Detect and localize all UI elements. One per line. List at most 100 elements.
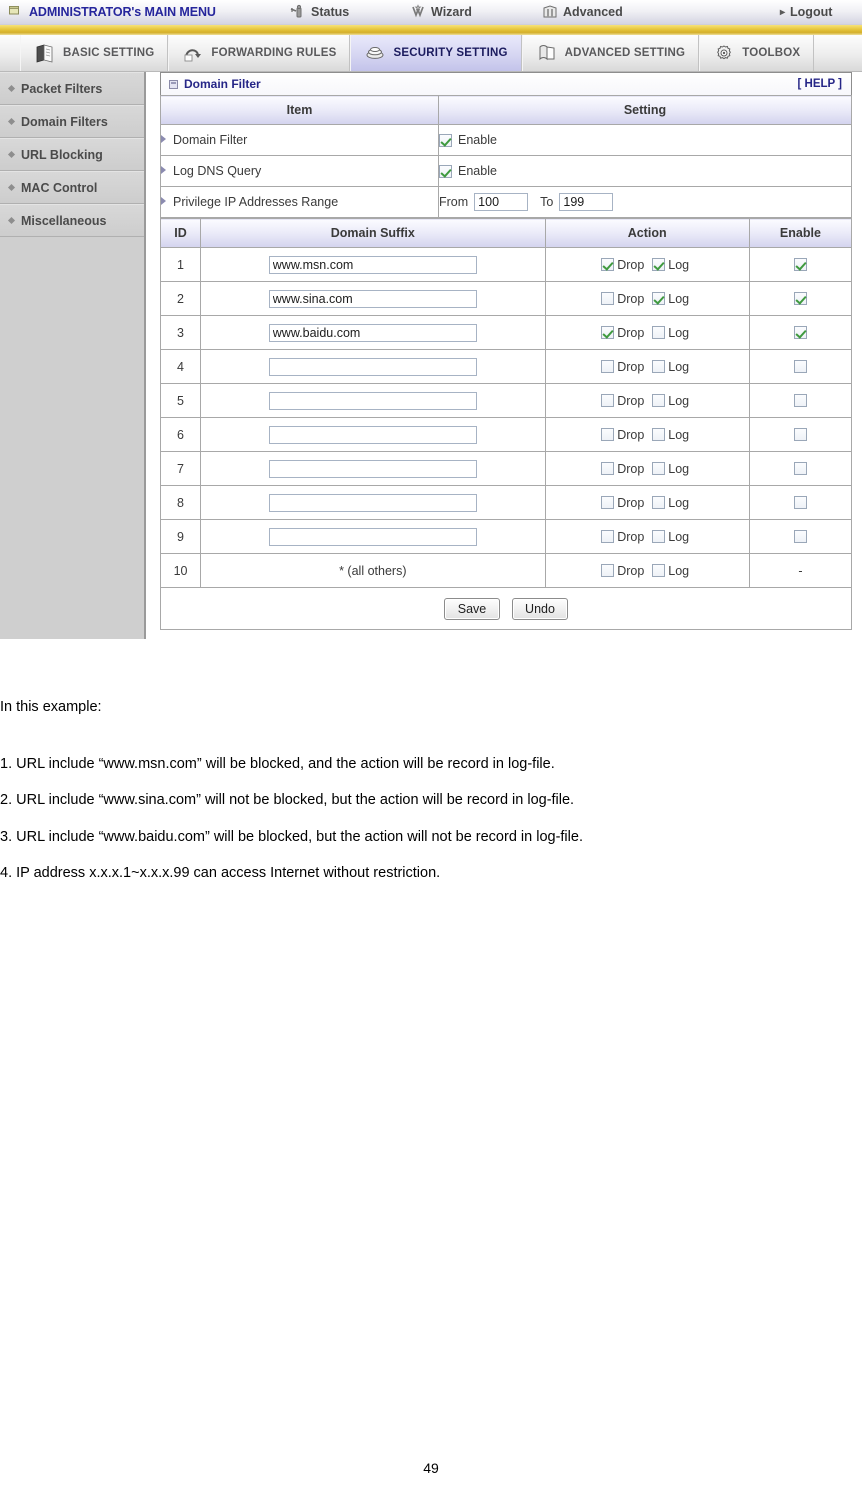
log-checkbox[interactable] bbox=[652, 258, 666, 271]
log-label: Log bbox=[668, 563, 690, 578]
drop-checkbox[interactable] bbox=[601, 564, 615, 577]
tab-advanced-setting-label: ADVANCED SETTING bbox=[564, 47, 686, 59]
drop-checkbox[interactable] bbox=[601, 530, 615, 543]
drop-checkbox[interactable] bbox=[601, 258, 615, 271]
enable-checkbox[interactable] bbox=[793, 393, 807, 407]
sidebar-item-mac-control[interactable]: MAC Control bbox=[0, 171, 144, 204]
log-checkbox[interactable] bbox=[652, 564, 666, 577]
topbar-item-logout[interactable]: ▸ Logout bbox=[780, 0, 832, 24]
domain-suffix-input[interactable] bbox=[268, 425, 477, 444]
privilege-ip-from-input[interactable] bbox=[474, 193, 529, 211]
table-row: 9 Drop Log bbox=[159, 519, 853, 554]
sidebar-item-label: Domain Filters bbox=[21, 114, 108, 129]
row-id: 4 bbox=[159, 349, 202, 384]
page-number: 49 bbox=[423, 1460, 439, 1476]
drop-checkbox[interactable] bbox=[601, 496, 615, 509]
settings-table: Item Setting Domain Filter Enable Log DN… bbox=[160, 95, 852, 218]
bullet-icon bbox=[7, 216, 16, 225]
enable-checkbox[interactable] bbox=[793, 427, 807, 441]
log-checkbox[interactable] bbox=[652, 292, 666, 305]
tab-advanced-setting[interactable]: ADVANCED SETTING bbox=[521, 35, 700, 71]
log-checkbox[interactable] bbox=[652, 326, 666, 339]
topbar-item-status[interactable]: Status bbox=[290, 0, 349, 24]
help-link[interactable]: [ HELP ] bbox=[797, 78, 842, 90]
log-dns-query-enable-checkbox[interactable] bbox=[439, 164, 452, 178]
wizard-icon bbox=[410, 4, 426, 20]
drop-checkbox[interactable] bbox=[601, 462, 615, 475]
col-header-enable: Enable bbox=[748, 218, 853, 248]
domain-suffix-input[interactable] bbox=[268, 289, 477, 308]
row-id: 1 bbox=[159, 247, 202, 282]
domain-suffix-input[interactable] bbox=[268, 459, 477, 478]
row-id: 7 bbox=[159, 451, 202, 486]
domain-suffix-input[interactable] bbox=[268, 391, 477, 410]
tab-toolbox[interactable]: TOOLBOX bbox=[699, 35, 815, 71]
drop-checkbox[interactable] bbox=[601, 394, 615, 407]
log-checkbox[interactable] bbox=[652, 428, 666, 441]
log-checkbox[interactable] bbox=[652, 496, 666, 509]
privilege-ip-to-input[interactable] bbox=[559, 193, 614, 211]
drop-checkbox[interactable] bbox=[601, 360, 615, 373]
domain-filter-table: ID Domain Suffix Action Enable 1 Drop Lo… bbox=[159, 218, 853, 588]
enable-checkbox[interactable] bbox=[793, 495, 807, 509]
tab-forwarding-rules-label: FORWARDING RULES bbox=[211, 47, 337, 59]
col-header-item: Item bbox=[160, 95, 439, 125]
label-domain-filter: Domain Filter bbox=[160, 124, 439, 156]
drop-checkbox[interactable] bbox=[601, 292, 615, 305]
domain-suffix-input[interactable] bbox=[268, 493, 477, 512]
table-row: 6 Drop Log bbox=[159, 417, 853, 452]
enable-checkbox[interactable] bbox=[793, 257, 807, 271]
log-checkbox[interactable] bbox=[652, 462, 666, 475]
row-id: 9 bbox=[159, 519, 202, 554]
domain-suffix-input[interactable] bbox=[268, 255, 477, 274]
domain-filter-enable-label: Enable bbox=[458, 133, 497, 147]
sidebar-item-packet-filters[interactable]: Packet Filters bbox=[0, 72, 144, 105]
save-button[interactable]: Save bbox=[444, 597, 500, 620]
drop-label: Drop bbox=[617, 495, 645, 510]
topbar-item-advanced[interactable]: Advanced bbox=[542, 0, 623, 24]
enable-checkbox[interactable] bbox=[793, 529, 807, 543]
enable-checkbox[interactable] bbox=[793, 291, 807, 305]
enable-checkbox[interactable] bbox=[793, 325, 807, 339]
log-checkbox[interactable] bbox=[652, 360, 666, 373]
arrow-right-icon bbox=[161, 166, 166, 174]
log-label: Log bbox=[668, 461, 690, 476]
sidebar-item-domain-filters[interactable]: Domain Filters bbox=[0, 105, 144, 138]
drop-label: Drop bbox=[617, 359, 645, 374]
topbar-item-wizard[interactable]: Wizard bbox=[410, 0, 472, 24]
enable-checkbox[interactable] bbox=[793, 461, 807, 475]
domain-filter-enable-checkbox[interactable] bbox=[439, 133, 452, 147]
all-others-label: * (all others) bbox=[339, 563, 407, 578]
tab-basic-setting[interactable]: BASIC SETTING bbox=[20, 35, 169, 71]
undo-button[interactable]: Undo bbox=[512, 597, 568, 620]
drop-checkbox[interactable] bbox=[601, 326, 615, 339]
example-lead: In this example: bbox=[0, 699, 102, 715]
arrow-right-icon bbox=[161, 135, 166, 143]
enable-placeholder: - bbox=[748, 553, 853, 588]
shield-stack-icon bbox=[364, 42, 386, 64]
table-row: 1 Drop Log bbox=[159, 247, 853, 282]
row-id: 2 bbox=[159, 281, 202, 316]
drop-checkbox[interactable] bbox=[601, 428, 615, 441]
domain-suffix-input[interactable] bbox=[268, 357, 477, 376]
bullet-icon bbox=[7, 117, 16, 126]
log-checkbox[interactable] bbox=[652, 530, 666, 543]
tab-security-setting[interactable]: SECURITY SETTING bbox=[350, 35, 522, 71]
example-description: In this example: 1. URL include “www.msn… bbox=[0, 700, 862, 903]
domain-suffix-input[interactable] bbox=[268, 527, 477, 546]
domain-suffix-input[interactable] bbox=[268, 323, 477, 342]
tab-toolbox-label: TOOLBOX bbox=[742, 47, 801, 59]
tab-security-setting-label: SECURITY SETTING bbox=[393, 47, 508, 59]
label-privilege-ip-range: Privilege IP Addresses Range bbox=[160, 186, 439, 218]
log-checkbox[interactable] bbox=[652, 394, 666, 407]
sidebar-item-miscellaneous[interactable]: Miscellaneous bbox=[0, 204, 144, 237]
tab-forwarding-rules[interactable]: FORWARDING RULES bbox=[168, 35, 351, 71]
example-line-2: 2. URL include “www.sina.com” will not b… bbox=[0, 792, 575, 808]
table-row: 7 Drop Log bbox=[159, 451, 853, 486]
sidebar-item-url-blocking[interactable]: URL Blocking bbox=[0, 138, 144, 171]
triangle-right-icon: ▸ bbox=[780, 6, 786, 18]
col-header-action: Action bbox=[544, 218, 750, 248]
log-label: Log bbox=[668, 359, 690, 374]
drop-label: Drop bbox=[617, 427, 645, 442]
enable-checkbox[interactable] bbox=[793, 359, 807, 373]
